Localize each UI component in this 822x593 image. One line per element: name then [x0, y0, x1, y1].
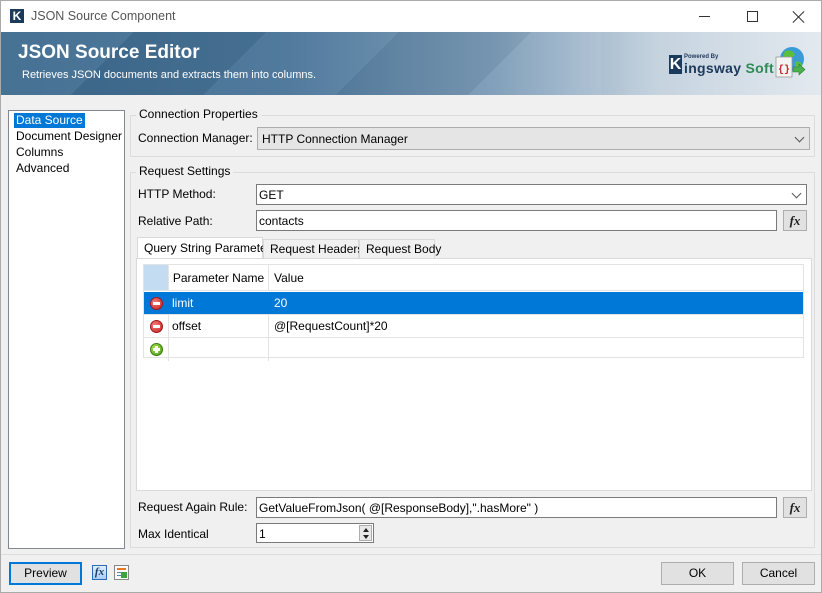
kingsway-app-icon: K — [10, 9, 24, 23]
column-header-parameter-name[interactable]: Parameter Name — [169, 265, 269, 290]
column-header-value[interactable]: Value — [269, 265, 803, 290]
expression-editor-icon[interactable]: fx — [92, 565, 107, 580]
relative-path-value: contacts — [259, 214, 304, 228]
request-again-rule-label: Request Again Rule: — [138, 500, 248, 514]
parameter-value-cell[interactable]: @[RequestCount]*20 — [269, 315, 803, 337]
tab-request-body[interactable]: Request Body — [359, 239, 441, 259]
editor-title: JSON Source Editor — [18, 42, 200, 63]
connection-manager-select[interactable]: HTTP Connection Manager — [257, 127, 810, 150]
parameter-value-cell[interactable]: 20 — [269, 292, 803, 314]
query-parameters-panel: Parameter Name Value limit 20 offset @[R… — [136, 258, 812, 491]
logo-wordmark: ingsway Soft — [684, 60, 774, 76]
close-button[interactable] — [776, 1, 822, 32]
json-globe-icon: {} — [775, 47, 806, 78]
maximize-icon — [746, 11, 758, 22]
query-parameters-grid: Parameter Name Value limit 20 offset @[R… — [143, 264, 804, 361]
stepper-up-icon[interactable] — [363, 528, 369, 532]
footer-divider — [1, 554, 821, 555]
close-icon — [793, 11, 805, 23]
add-row-button[interactable] — [144, 338, 169, 361]
maximize-button[interactable] — [729, 1, 775, 32]
relative-path-input[interactable]: contacts — [256, 210, 777, 231]
http-method-label: HTTP Method: — [138, 187, 216, 201]
tab-request-headers[interactable]: Request Headers — [263, 239, 363, 259]
variables-icon[interactable] — [114, 565, 129, 580]
remove-icon — [149, 296, 163, 310]
add-icon — [149, 343, 163, 356]
minimize-icon — [698, 16, 710, 17]
nav-item-columns[interactable]: Columns — [14, 145, 65, 160]
grid-corner-cell[interactable] — [144, 265, 169, 290]
relative-path-expression-button[interactable]: fx — [783, 210, 807, 231]
remove-icon — [149, 319, 163, 333]
window-title: JSON Source Component — [31, 9, 176, 23]
http-method-value: GET — [259, 188, 284, 202]
max-identical-stepper[interactable]: 1 — [256, 523, 374, 543]
table-row[interactable]: offset @[RequestCount]*20 — [144, 315, 803, 338]
grid-header-row: Parameter Name Value — [144, 265, 803, 291]
title-bar: K JSON Source Component — [1, 1, 821, 32]
parameter-name-cell[interactable]: offset — [169, 315, 269, 337]
request-again-rule-input[interactable]: GetValueFromJson( @[ResponseBody],".hasM… — [256, 497, 777, 518]
request-settings-title: Request Settings — [136, 164, 234, 178]
connection-manager-label: Connection Manager: — [138, 131, 253, 145]
nav-item-data-source[interactable]: Data Source — [14, 113, 85, 128]
dialog-window: K JSON Source Component JSON Source Edit… — [0, 0, 822, 593]
tab-query-string-parameters[interactable]: Query String Parameters — [137, 237, 277, 260]
max-identical-label: Max Identical — [138, 527, 209, 541]
logo-word-accent: Soft — [745, 60, 774, 76]
svg-text:{}: {} — [778, 64, 790, 76]
minimize-button[interactable] — [681, 1, 727, 32]
connection-properties-title: Connection Properties — [136, 107, 261, 121]
remove-row-button[interactable] — [144, 315, 169, 337]
nav-item-document-designer[interactable]: Document Designer — [14, 129, 124, 144]
remove-row-button[interactable] — [144, 292, 169, 314]
stepper-down-icon[interactable] — [363, 535, 369, 539]
preview-button[interactable]: Preview — [9, 562, 82, 585]
logo-k-icon: K — [669, 55, 682, 74]
new-row[interactable] — [144, 338, 803, 361]
navigation-list: Data Source Document Designer Columns Ad… — [8, 110, 125, 549]
request-again-rule-value: GetValueFromJson( @[ResponseBody],".hasM… — [259, 501, 539, 515]
logo-word-main: ingsway — [684, 60, 742, 76]
relative-path-label: Relative Path: — [138, 214, 213, 228]
ok-button[interactable]: OK — [661, 562, 734, 585]
header-banner: JSON Source Editor Retrieves JSON docume… — [1, 32, 821, 95]
chevron-down-icon — [794, 132, 805, 143]
max-identical-value: 1 — [259, 527, 266, 541]
connection-manager-value: HTTP Connection Manager — [262, 132, 408, 146]
stepper-buttons[interactable] — [359, 525, 372, 541]
nav-item-advanced[interactable]: Advanced — [14, 161, 71, 176]
cancel-button[interactable]: Cancel — [742, 562, 815, 585]
chevron-down-icon — [791, 188, 802, 199]
http-method-select[interactable]: GET — [256, 184, 807, 205]
editor-subtitle: Retrieves JSON documents and extracts th… — [22, 69, 317, 81]
new-parameter-name-cell[interactable] — [169, 338, 269, 361]
request-again-rule-expression-button[interactable]: fx — [783, 497, 807, 518]
new-parameter-value-cell[interactable] — [269, 338, 803, 361]
table-row[interactable]: limit 20 — [144, 292, 803, 315]
parameter-name-cell[interactable]: limit — [169, 292, 269, 314]
